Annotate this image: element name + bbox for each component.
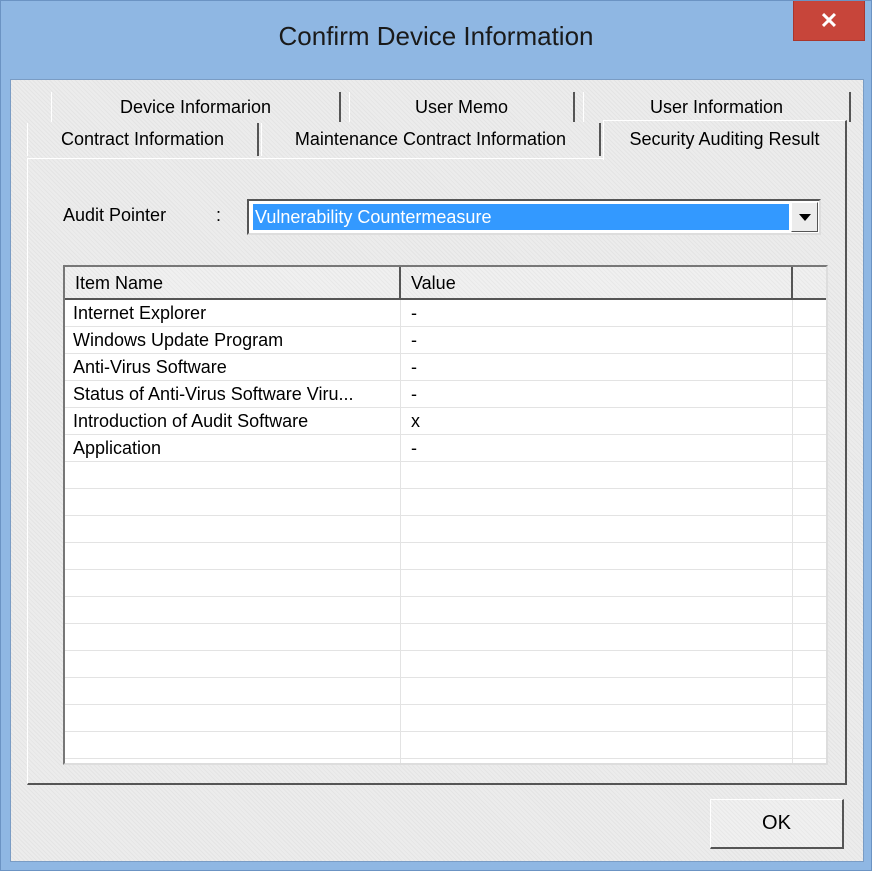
item-name-cell: Status of Anti-Virus Software Viru... bbox=[73, 384, 354, 404]
tab-contract-information[interactable]: Contract Information bbox=[27, 123, 259, 156]
value-cell: x bbox=[411, 411, 420, 431]
dialog-body: Device Informarion User Memo User Inform… bbox=[10, 79, 864, 862]
list-header: Item Name Value bbox=[65, 267, 826, 300]
tab-security-auditing-result[interactable]: Security Auditing Result bbox=[603, 120, 847, 160]
item-name-cell: Application bbox=[73, 438, 162, 458]
audit-pointer-value: Vulnerability Countermeasure bbox=[252, 203, 790, 231]
audit-pointer-select[interactable]: Vulnerability Countermeasure bbox=[247, 199, 821, 235]
audit-result-list[interactable]: Item Name Value Internet Explorer - Wind… bbox=[63, 265, 828, 765]
value-cell: - bbox=[411, 384, 417, 404]
dropdown-button[interactable] bbox=[791, 202, 818, 232]
ok-button[interactable]: OK bbox=[710, 799, 844, 849]
audit-pointer-label: Audit Pointer bbox=[63, 205, 167, 225]
list-row[interactable]: Anti-Virus Software - bbox=[65, 354, 826, 381]
value-cell: - bbox=[411, 330, 417, 350]
value-cell: - bbox=[411, 357, 417, 377]
list-row[interactable]: Introduction of Audit Software x bbox=[65, 408, 826, 435]
value-cell: - bbox=[411, 303, 417, 323]
item-name-cell: Internet Explorer bbox=[73, 303, 207, 323]
tab-maintenance-contract-information[interactable]: Maintenance Contract Information bbox=[261, 123, 601, 156]
tab-user-memo[interactable]: User Memo bbox=[349, 92, 575, 122]
close-icon: ✕ bbox=[819, 7, 839, 33]
column-header-filler bbox=[793, 267, 826, 300]
audit-pointer-colon: : bbox=[216, 205, 222, 225]
column-header-item-name[interactable]: Item Name bbox=[65, 267, 401, 300]
window-title: Confirm Device Information bbox=[278, 21, 594, 51]
title-bar[interactable]: Confirm Device Information ✕ bbox=[1, 1, 871, 81]
item-name-cell: Windows Update Program bbox=[73, 330, 284, 350]
tab-user-information[interactable]: User Information bbox=[583, 92, 851, 122]
dialog-window: Confirm Device Information ✕ Device Info… bbox=[0, 0, 872, 871]
chevron-down-icon bbox=[798, 213, 811, 221]
item-name-cell: Introduction of Audit Software bbox=[73, 411, 309, 431]
list-row[interactable]: Application - bbox=[65, 435, 826, 462]
column-header-value[interactable]: Value bbox=[401, 267, 793, 300]
list-row[interactable]: Windows Update Program - bbox=[65, 327, 826, 354]
item-name-cell: Anti-Virus Software bbox=[73, 357, 227, 377]
list-row[interactable]: Status of Anti-Virus Software Viru... - bbox=[65, 381, 826, 408]
list-row[interactable]: Internet Explorer - bbox=[65, 300, 826, 327]
value-cell: - bbox=[411, 438, 417, 458]
tab-device-information[interactable]: Device Informarion bbox=[51, 92, 341, 122]
close-button[interactable]: ✕ bbox=[793, 1, 865, 41]
